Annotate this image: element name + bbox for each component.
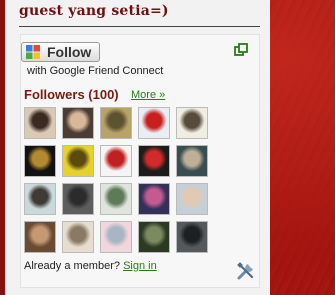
follower-avatar[interactable] xyxy=(62,145,94,177)
follower-avatar[interactable] xyxy=(176,183,208,215)
follower-avatar[interactable] xyxy=(176,145,208,177)
title-divider xyxy=(19,26,260,27)
follower-avatar[interactable] xyxy=(100,183,132,215)
follower-avatar[interactable] xyxy=(24,221,56,253)
member-prompt: Already a member? Sign in xyxy=(24,260,157,272)
follow-label: Follow xyxy=(47,44,92,60)
follower-avatar[interactable] xyxy=(24,145,56,177)
follower-avatar[interactable] xyxy=(176,107,208,139)
popout-window-icon[interactable] xyxy=(234,43,248,57)
follower-avatar[interactable] xyxy=(62,221,94,253)
follower-avatar[interactable] xyxy=(24,183,56,215)
more-followers-link[interactable]: More » xyxy=(131,89,165,101)
followers-count: Followers (100) xyxy=(24,87,119,102)
follower-avatar[interactable] xyxy=(100,145,132,177)
follower-avatar[interactable] xyxy=(138,145,170,177)
follower-avatar[interactable] xyxy=(100,107,132,139)
friend-connect-caption: with Google Friend Connect xyxy=(27,65,164,77)
follower-avatar[interactable] xyxy=(138,221,170,253)
google-friend-connect-icon xyxy=(26,45,40,59)
tools-icon[interactable] xyxy=(236,261,256,281)
widget-title: guest yang setia=) xyxy=(19,3,169,19)
follower-avatar[interactable] xyxy=(24,107,56,139)
member-prompt-text: Already a member? xyxy=(24,260,120,272)
follower-avatar[interactable] xyxy=(100,221,132,253)
follower-avatar[interactable] xyxy=(138,183,170,215)
follower-avatar[interactable] xyxy=(176,221,208,253)
signin-link[interactable]: Sign in xyxy=(123,260,157,272)
follower-avatar[interactable] xyxy=(62,107,94,139)
follower-avatar[interactable] xyxy=(138,107,170,139)
follow-button[interactable]: Follow xyxy=(21,42,100,62)
follower-avatar[interactable] xyxy=(62,183,94,215)
